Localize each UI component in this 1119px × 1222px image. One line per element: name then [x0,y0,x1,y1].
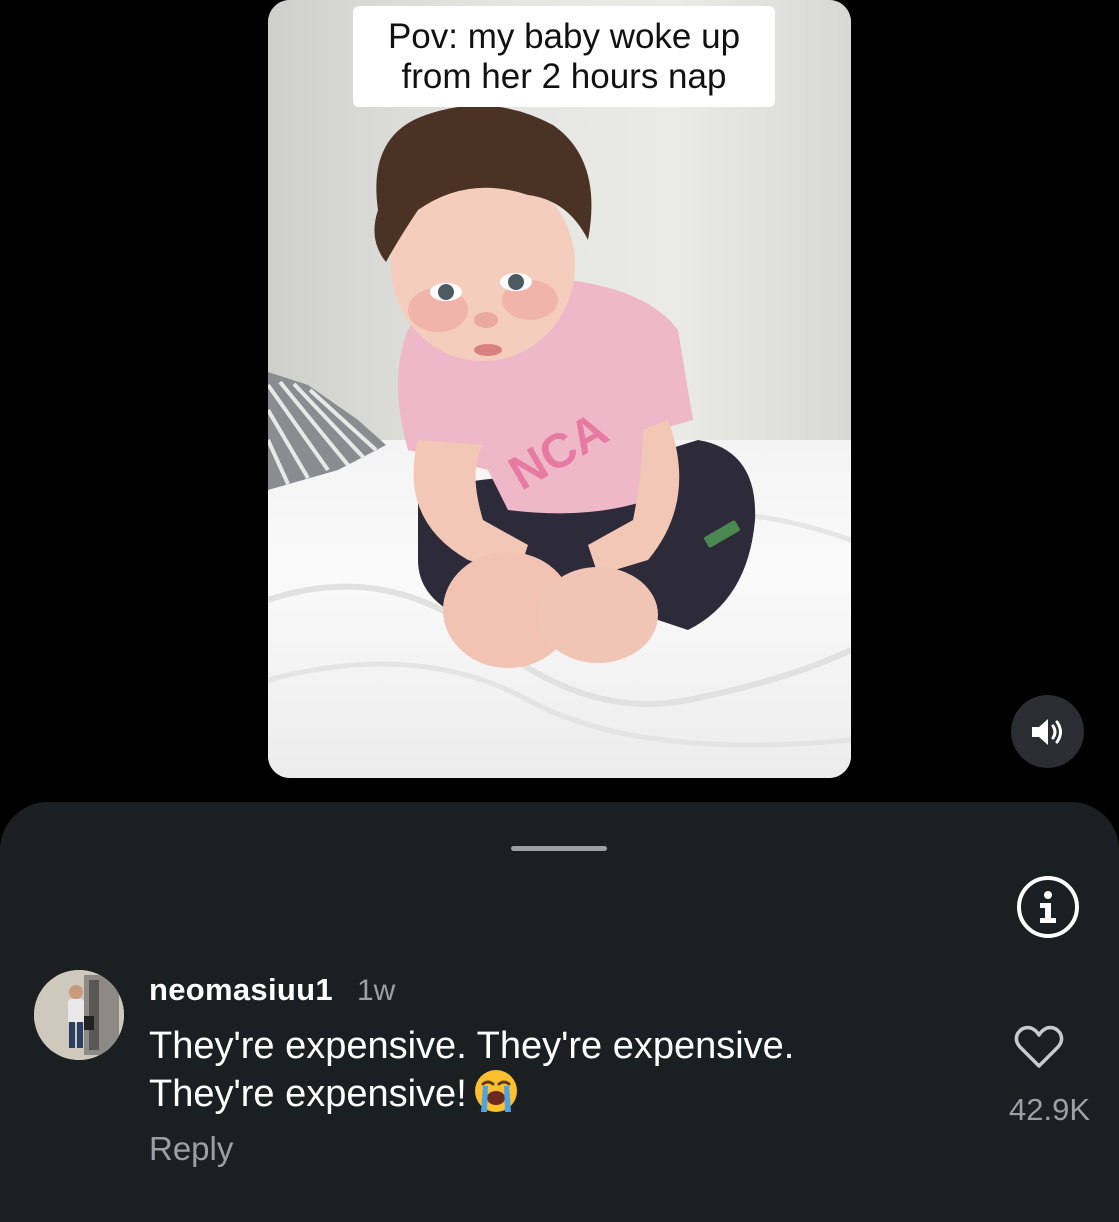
like-count: 42.9K [1008,1092,1090,1127]
avatar[interactable] [34,970,124,1060]
sheet-drag-handle[interactable] [511,846,607,851]
comment-body: They're expensive. They're expensive. Th… [149,1025,795,1115]
info-button[interactable] [1017,876,1079,938]
baby-scene: NCA [268,105,851,748]
heart-outline-icon [1014,1025,1064,1068]
speaker-on-icon [1031,718,1062,745]
loudly-crying-face-emoji [474,1070,517,1112]
info-circle-icon [1040,891,1056,923]
like-button[interactable] [1014,1024,1064,1070]
video-caption: Pov: my baby woke up from her 2 hours na… [353,6,775,107]
comment-text: They're expensive. They're expensive. Th… [149,1024,909,1116]
comment-timestamp: 1w [357,974,396,1007]
sound-toggle-button[interactable] [1011,695,1084,768]
comment-username[interactable]: neomasiuu1 [149,972,333,1008]
reply-button[interactable]: Reply [149,1130,233,1168]
avatar-photo [34,970,124,1060]
video-player[interactable]: NCA Pov: my baby woke up from her 2 hour… [268,0,851,778]
